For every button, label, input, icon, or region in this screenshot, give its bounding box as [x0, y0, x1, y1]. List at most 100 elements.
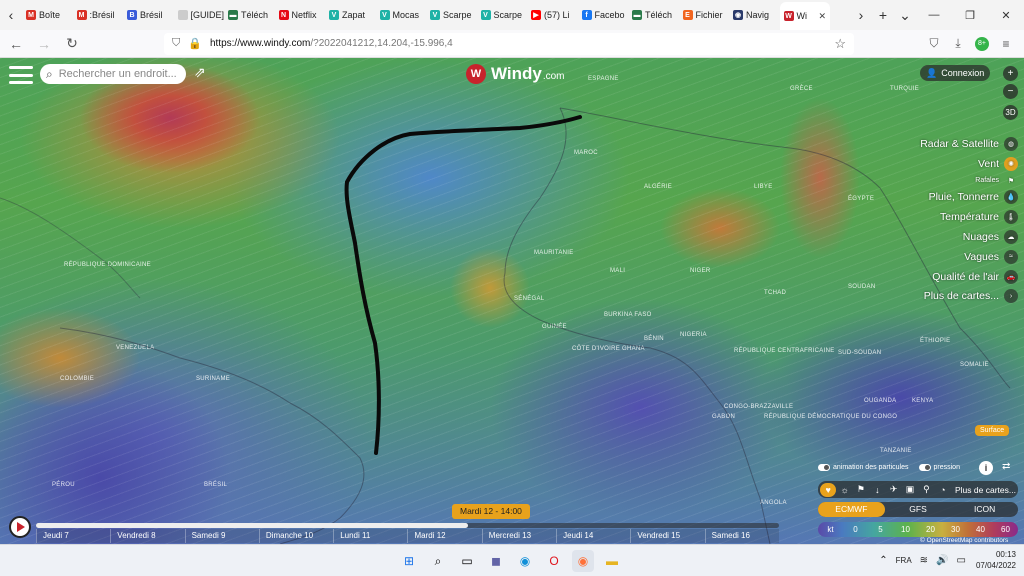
layer-item[interactable]: Vagues ≈	[964, 247, 1018, 267]
timeline-day[interactable]: Samedi 16	[704, 529, 779, 543]
browser-tab[interactable]: V Mocas	[376, 3, 427, 27]
flag-icon[interactable]: ⚑	[853, 483, 869, 497]
back-icon[interactable]: ←	[4, 32, 28, 56]
model-option[interactable]: ICON	[951, 502, 1018, 517]
browser-tab[interactable]: B Brésil	[123, 3, 174, 27]
tab-scroll-right-icon[interactable]: ›	[850, 0, 872, 30]
windy-logo[interactable]: W Windy .com	[466, 64, 565, 84]
browser-tab[interactable]: [GUIDE] L	[174, 3, 224, 27]
timeline-day[interactable]: Vendredi 15	[630, 529, 704, 543]
extension-icon[interactable]: 8+	[975, 36, 989, 51]
reload-icon[interactable]: ↻	[60, 32, 84, 56]
login-button[interactable]: 👤 Connexion	[920, 65, 991, 81]
timeline-day[interactable]: Jeudi 14	[556, 529, 630, 543]
layer-item[interactable]: Température 🌡	[940, 207, 1018, 227]
close-window-icon[interactable]: ✕	[988, 0, 1024, 30]
wifi-icon[interactable]: ≋	[920, 555, 928, 566]
wind-speed-legend[interactable]: kt 0 5 10 20 30 40 60	[818, 522, 1018, 537]
timeline-track[interactable]	[36, 523, 779, 528]
timeline-day[interactable]: Mercredi 13	[481, 529, 556, 543]
layer-item[interactable]: Rafales ⚑	[975, 174, 1018, 188]
info-icon[interactable]: i	[979, 461, 993, 475]
pocket-icon[interactable]: ⛉	[922, 32, 946, 56]
tab-scroll-left-icon[interactable]: ‹	[0, 0, 22, 30]
browser-tab[interactable]: N Netflix	[275, 3, 326, 27]
opera-icon[interactable]: O	[543, 550, 565, 572]
osm-credit[interactable]: © OpenStreetMap contributors	[920, 537, 1008, 544]
timeline-day[interactable]: Samedi 9	[184, 529, 259, 543]
new-tab-button[interactable]: +	[872, 0, 894, 30]
task-view-icon[interactable]: ▭	[456, 550, 478, 572]
pin-icon[interactable]: ⚲	[918, 483, 934, 497]
more-maps-link[interactable]: Plus de cartes...	[955, 485, 1016, 495]
browser-tab[interactable]: ▬ Téléch	[224, 3, 275, 27]
browser-tab[interactable]: V Scarpe	[426, 3, 477, 27]
restore-icon[interactable]: ❐	[952, 0, 988, 30]
legend-unit[interactable]: kt	[818, 522, 843, 537]
layer-item[interactable]: Pluie, Tonnerre 💧	[929, 188, 1018, 208]
layer-item[interactable]: Plus de cartes... ›	[924, 287, 1018, 307]
file-explorer-icon[interactable]: ▬	[601, 550, 623, 572]
particles-toggle[interactable]	[818, 464, 830, 471]
search-box[interactable]: ⌕ Rechercher un endroit...	[40, 64, 186, 84]
favorites-heart-icon[interactable]: ♥	[820, 482, 837, 497]
app-menu-icon[interactable]: ≡	[994, 32, 1018, 56]
browser-tab[interactable]: ▶ (57) Li	[527, 3, 578, 27]
zoom-out-button[interactable]: −	[1003, 84, 1018, 99]
altitude-surface-button[interactable]: Surface	[975, 425, 1010, 436]
language-indicator[interactable]: FRA	[896, 556, 912, 565]
arrow-down-icon[interactable]: ↓	[869, 483, 885, 497]
browser-tab[interactable]: E Fichier	[679, 3, 730, 27]
weather-icon[interactable]: ☼	[836, 483, 852, 497]
webcam-icon[interactable]: ▣	[902, 483, 918, 497]
pressure-toggle[interactable]	[918, 464, 931, 471]
timeline-day[interactable]: Vendredi 8	[110, 529, 184, 543]
timeline-day[interactable]: Lundi 11	[333, 529, 407, 543]
browser-tab[interactable]: M:Brésil	[73, 3, 124, 27]
timeline-day[interactable]: Mardi 12	[407, 529, 481, 543]
forward-icon[interactable]: →	[32, 32, 56, 56]
edge-icon[interactable]: ◉	[514, 550, 536, 572]
zoom-in-button[interactable]: +	[1003, 66, 1018, 81]
browser-tab[interactable]: ▬ Téléch	[628, 3, 679, 27]
layer-item[interactable]: Radar & Satellite ◍	[920, 134, 1018, 154]
firefox-icon[interactable]: ◉	[572, 550, 594, 572]
browser-tab[interactable]: M Boîte	[22, 3, 73, 27]
model-option[interactable]: GFS	[885, 502, 952, 517]
browser-tab[interactable]: W Wi ✕	[779, 2, 830, 30]
volume-icon[interactable]: 🔊	[936, 555, 948, 566]
timeline-day[interactable]: Dimanche 10	[258, 529, 333, 543]
battery-icon[interactable]: ▭	[957, 555, 966, 566]
chat-icon[interactable]: ◼	[485, 550, 507, 572]
minimize-icon[interactable]: —	[916, 0, 952, 30]
current-time-bubble[interactable]: Mardi 12 - 14:00	[452, 504, 530, 519]
timeline-day[interactable]: Jeudi 7	[36, 529, 110, 543]
browser-tab[interactable]: V Scarpe	[477, 3, 528, 27]
shield-icon[interactable]: ⛉	[172, 37, 180, 50]
browser-tab[interactable]: ◉ Navig	[729, 3, 780, 27]
browser-tab[interactable]: f Facebo	[578, 3, 629, 27]
play-button[interactable]	[9, 516, 31, 538]
layer-item[interactable]: Qualité de l'air 🚗	[932, 267, 1018, 287]
clock[interactable]: 00:13 07/04/2022	[976, 549, 1016, 571]
close-tab-icon[interactable]: ✕	[818, 11, 826, 22]
lock-icon[interactable]: 🔒	[188, 37, 202, 50]
layer-item[interactable]: Nuages ☁	[963, 227, 1018, 247]
radar-icon[interactable]: ◔	[935, 483, 951, 497]
layer-item[interactable]: Vent ✺	[978, 154, 1018, 174]
tab-list-dropdown-icon[interactable]: ⌄	[894, 0, 916, 30]
windy-map[interactable]: ESPAGNE MAROC ALGÉRIE LIBYE ÉGYPTE MAURITANIE…	[0, 58, 1024, 544]
model-option[interactable]: ECMWF	[818, 502, 885, 517]
downloads-icon[interactable]: ⤓	[946, 32, 970, 56]
tray-expand-icon[interactable]: ⌃	[879, 555, 887, 566]
bookmark-star-icon[interactable]: ☆	[834, 36, 846, 52]
hamburger-menu-icon[interactable]	[9, 66, 33, 84]
airplane-icon[interactable]: ✈	[886, 483, 902, 497]
settings-toggle-icon[interactable]: ⇄	[1002, 461, 1018, 475]
search-icon[interactable]: ⌕	[427, 550, 449, 572]
windows-start-icon[interactable]: ⊞	[398, 550, 420, 572]
share-icon[interactable]: ⇗	[194, 64, 212, 82]
url-bar[interactable]: ⛉ 🔒 https://www.windy.com /?2022041212,1…	[164, 32, 854, 55]
3d-view-button[interactable]: 3D	[1003, 105, 1018, 120]
browser-tab[interactable]: V Zapat	[325, 3, 376, 27]
